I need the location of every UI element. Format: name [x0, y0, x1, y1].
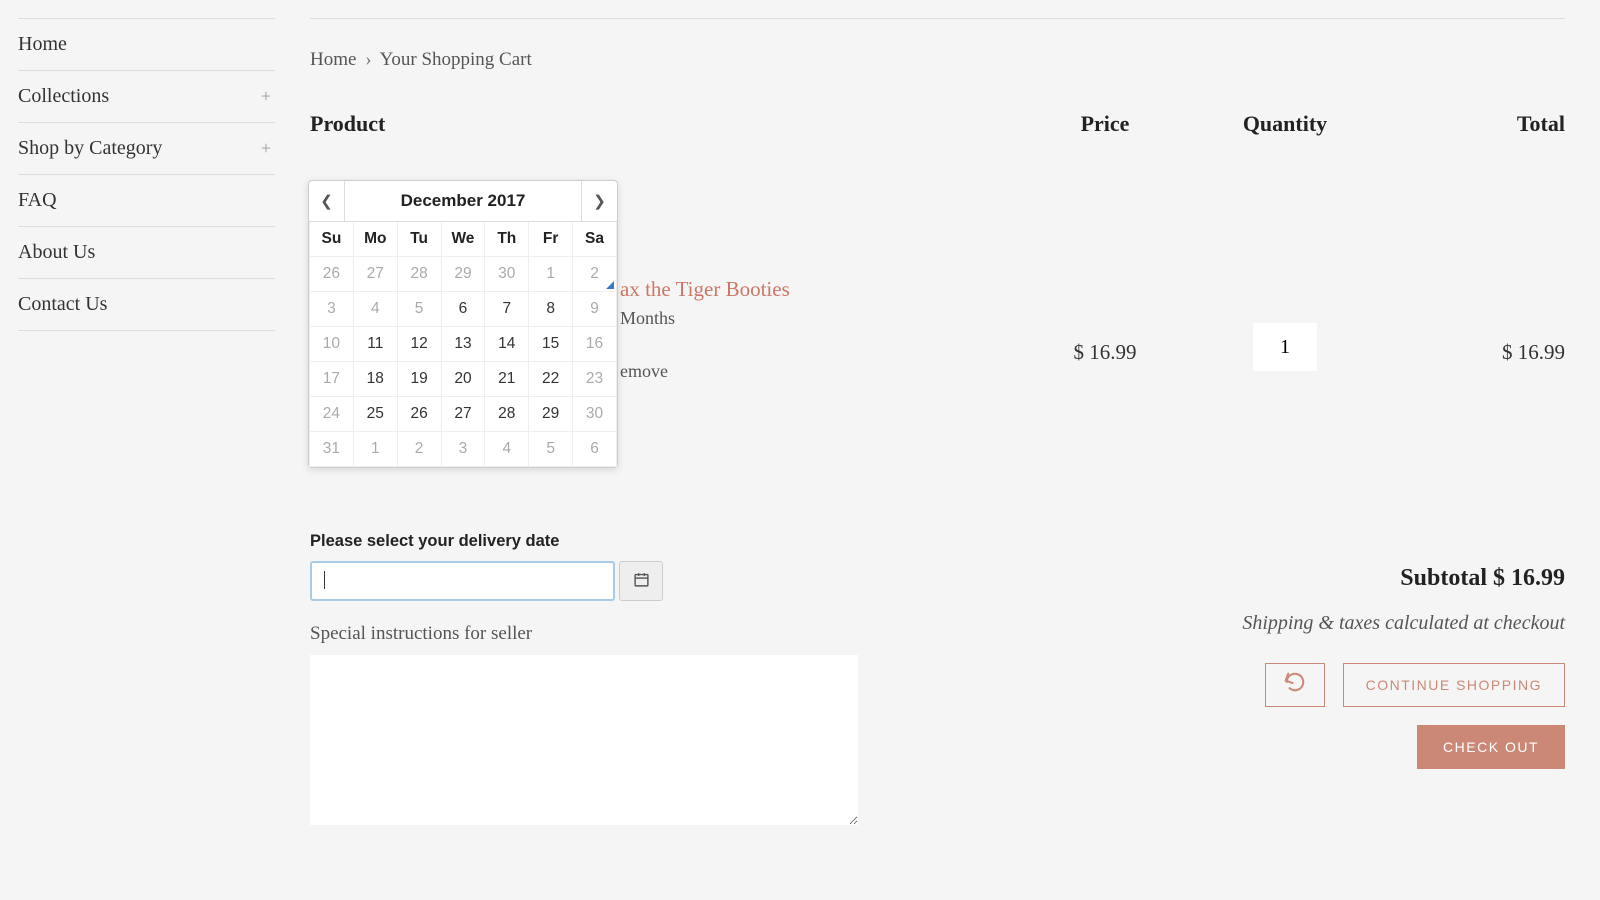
sidebar-item-label: Contact Us	[18, 293, 107, 316]
product-price: $ 16.99	[1025, 210, 1185, 365]
calendar-day[interactable]: 22	[529, 362, 573, 397]
header-quantity: Quantity	[1185, 111, 1385, 137]
product-variant: Months	[620, 308, 790, 329]
calendar-day[interactable]: 26	[310, 257, 354, 292]
sidebar-item-shop-by-category[interactable]: Shop by Category +	[18, 123, 275, 175]
sidebar-item-label: Shop by Category	[18, 137, 162, 160]
date-picker-popover: ❮ December 2017 ❯ SuMoTuWeThFrSa 2627282…	[308, 180, 618, 468]
breadcrumb: Home › Your Shopping Cart	[310, 49, 1565, 71]
chevron-right-icon: ❯	[593, 192, 606, 210]
calendar-button[interactable]	[619, 561, 663, 601]
calendar-day[interactable]: 3	[441, 432, 485, 467]
continue-shopping-button[interactable]: CONTINUE SHOPPING	[1343, 663, 1565, 707]
subtotal-value: $ 16.99	[1493, 565, 1565, 591]
subtotal-label: Subtotal	[1400, 565, 1487, 591]
calendar-day[interactable]: 11	[353, 327, 397, 362]
calendar-dow: Fr	[529, 222, 573, 257]
calendar-prev-month[interactable]: ❮	[309, 181, 345, 221]
calendar-day[interactable]: 20	[441, 362, 485, 397]
shipping-note: Shipping & taxes calculated at checkout	[1242, 612, 1565, 635]
calendar-day[interactable]: 14	[485, 327, 529, 362]
calendar-day[interactable]: 24	[310, 397, 354, 432]
instructions-textarea[interactable]	[310, 655, 858, 825]
calendar-day[interactable]: 21	[485, 362, 529, 397]
cart-header-row: Product Price Quantity Total	[310, 111, 1565, 137]
calendar-day[interactable]: 2	[573, 257, 617, 292]
calendar-dow: Mo	[353, 222, 397, 257]
calendar-day[interactable]: 12	[397, 327, 441, 362]
calendar-day[interactable]: 1	[353, 432, 397, 467]
calendar-day[interactable]: 27	[353, 257, 397, 292]
calendar-day[interactable]: 18	[353, 362, 397, 397]
calendar-day[interactable]: 4	[485, 432, 529, 467]
calendar-day[interactable]: 28	[485, 397, 529, 432]
chevron-left-icon: ❮	[320, 192, 333, 210]
sidebar-item-label: About Us	[18, 241, 95, 264]
sidebar-item-home[interactable]: Home	[18, 18, 275, 71]
refresh-cart-button[interactable]	[1265, 663, 1325, 707]
sidebar-item-about-us[interactable]: About Us	[18, 227, 275, 279]
calendar-next-month[interactable]: ❯	[581, 181, 617, 221]
sidebar-item-faq[interactable]: FAQ	[18, 175, 275, 227]
calendar-day[interactable]: 6	[573, 432, 617, 467]
calendar-day[interactable]: 3	[310, 292, 354, 327]
plus-icon: +	[261, 138, 275, 159]
quantity-input[interactable]	[1253, 323, 1317, 371]
checkout-button[interactable]: CHECK OUT	[1417, 725, 1565, 769]
calendar-day[interactable]: 2	[397, 432, 441, 467]
remove-link[interactable]: emove	[620, 361, 790, 382]
breadcrumb-current: Your Shopping Cart	[380, 49, 532, 70]
calendar-dow: Sa	[573, 222, 617, 257]
header-price: Price	[1025, 111, 1185, 137]
calendar-day[interactable]: 31	[310, 432, 354, 467]
calendar-day[interactable]: 30	[485, 257, 529, 292]
calendar-day[interactable]: 16	[573, 327, 617, 362]
delivery-date-input[interactable]	[310, 561, 615, 601]
calendar-day[interactable]: 10	[310, 327, 354, 362]
sidebar-item-label: Collections	[18, 85, 109, 108]
calendar-day[interactable]: 4	[353, 292, 397, 327]
calendar-day[interactable]: 25	[353, 397, 397, 432]
header-total: Total	[1385, 111, 1565, 137]
calendar-day[interactable]: 9	[573, 292, 617, 327]
calendar-dow: Su	[310, 222, 354, 257]
calendar-dow: We	[441, 222, 485, 257]
sidebar-item-label: Home	[18, 33, 67, 56]
sidebar-item-contact-us[interactable]: Contact Us	[18, 279, 275, 331]
refresh-icon	[1284, 671, 1306, 699]
delivery-date-label: Please select your delivery date	[310, 532, 1565, 551]
calendar-day[interactable]: 19	[397, 362, 441, 397]
calendar-month-title[interactable]: December 2017	[345, 181, 581, 221]
plus-icon: +	[261, 86, 275, 107]
sidebar-item-label: FAQ	[18, 189, 57, 212]
breadcrumb-separator: ›	[365, 49, 371, 70]
calendar-day[interactable]: 29	[441, 257, 485, 292]
product-line-total: $ 16.99	[1385, 210, 1565, 365]
calendar-day[interactable]: 5	[397, 292, 441, 327]
calendar-day[interactable]: 13	[441, 327, 485, 362]
calendar-day[interactable]: 26	[397, 397, 441, 432]
calendar-day[interactable]: 17	[310, 362, 354, 397]
calendar-dow: Tu	[397, 222, 441, 257]
calendar-dow: Th	[485, 222, 529, 257]
calendar-day[interactable]: 7	[485, 292, 529, 327]
breadcrumb-home[interactable]: Home	[310, 49, 356, 70]
order-summary: Subtotal $ 16.99 Shipping & taxes calcul…	[1242, 565, 1565, 769]
product-title-link[interactable]: ax the Tiger Booties	[620, 277, 790, 302]
calendar-day[interactable]: 30	[573, 397, 617, 432]
calendar-day[interactable]: 5	[529, 432, 573, 467]
calendar-day[interactable]: 23	[573, 362, 617, 397]
calendar-day[interactable]: 27	[441, 397, 485, 432]
calendar-day[interactable]: 28	[397, 257, 441, 292]
header-product: Product	[310, 111, 1025, 137]
calendar-day[interactable]: 15	[529, 327, 573, 362]
calendar-day[interactable]: 8	[529, 292, 573, 327]
calendar-day[interactable]: 29	[529, 397, 573, 432]
calendar-day[interactable]: 1	[529, 257, 573, 292]
calendar-icon	[633, 571, 650, 591]
sidebar-item-collections[interactable]: Collections +	[18, 71, 275, 123]
sidebar: Home Collections + Shop by Category + FAQ Abou…	[0, 0, 275, 830]
calendar-day[interactable]: 6	[441, 292, 485, 327]
